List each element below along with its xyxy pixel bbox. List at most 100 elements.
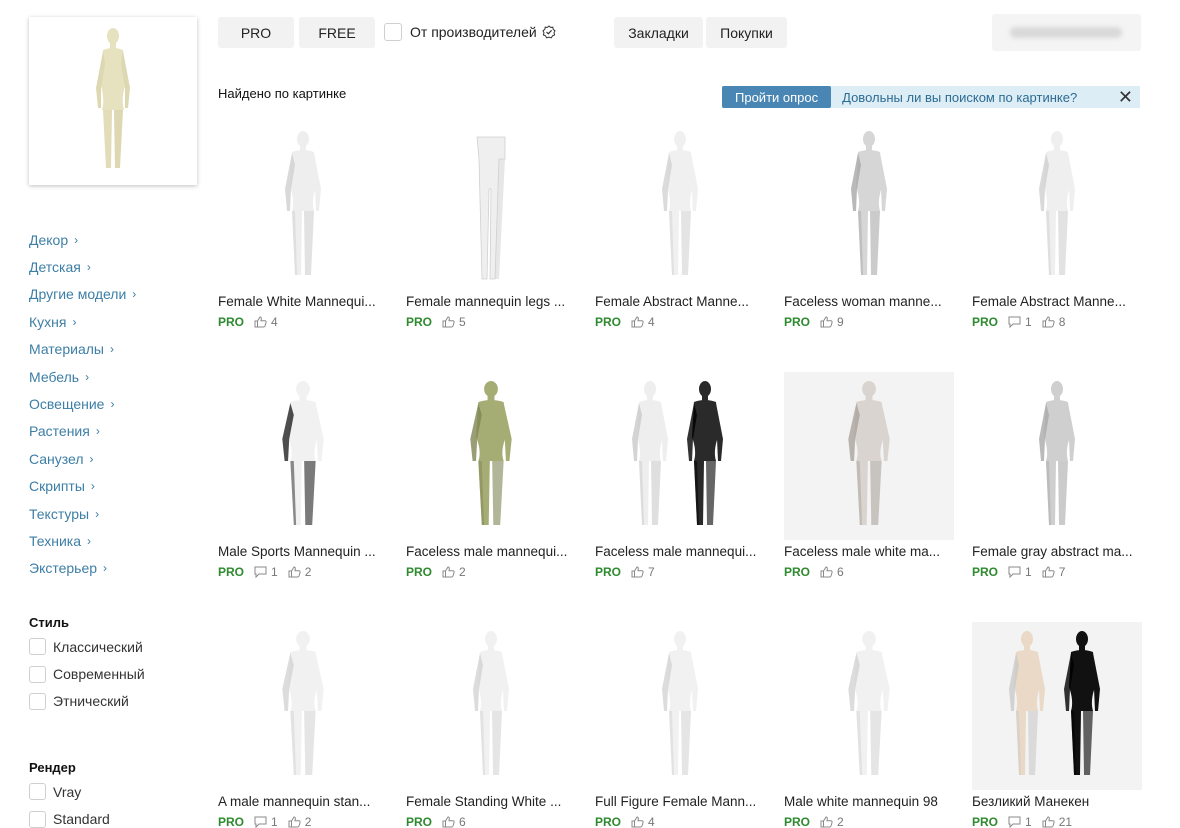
model-card[interactable]: Full Figure Female Mann... PRO 4 bbox=[595, 622, 765, 828]
pro-badge: PRO bbox=[218, 815, 245, 828]
take-survey-button[interactable]: Пройти опрос bbox=[722, 86, 832, 108]
model-thumbnail[interactable] bbox=[218, 122, 388, 290]
category-item[interactable]: Санузел › bbox=[29, 445, 136, 472]
model-card[interactable]: Female Standing White ... PRO 6 bbox=[406, 622, 576, 828]
model-title[interactable]: Faceless male mannequi... bbox=[406, 543, 576, 560]
close-icon[interactable]: ✕ bbox=[1118, 88, 1133, 106]
model-title[interactable]: Female gray abstract ma... bbox=[972, 543, 1142, 560]
model-thumbnail[interactable] bbox=[218, 622, 388, 790]
model-card[interactable]: Female Abstract Manne... PRO 1 8 bbox=[972, 122, 1142, 329]
model-card[interactable]: Female Abstract Manne... PRO 4 bbox=[595, 122, 765, 329]
category-item[interactable]: Скрипты › bbox=[29, 473, 136, 500]
model-card[interactable]: Female mannequin legs ... PRO 5 bbox=[406, 122, 576, 329]
model-title[interactable]: Female mannequin legs ... bbox=[406, 293, 576, 310]
like-count-value: 21 bbox=[1058, 815, 1073, 828]
model-title[interactable]: Female Abstract Manne... bbox=[595, 293, 765, 310]
account-menu[interactable] bbox=[992, 14, 1141, 51]
model-meta: PRO 1 2 bbox=[218, 815, 388, 828]
category-item[interactable]: Кухня › bbox=[29, 308, 136, 335]
model-title[interactable]: Female White Mannequi... bbox=[218, 293, 388, 310]
filter-option[interactable]: Standard bbox=[29, 805, 110, 828]
like-count-value: 2 bbox=[304, 565, 312, 579]
filter-option[interactable]: Современный bbox=[29, 660, 145, 687]
model-thumbnail[interactable] bbox=[595, 622, 765, 790]
model-title[interactable]: Male Sports Mannequin ... bbox=[218, 543, 388, 560]
model-card[interactable]: Faceless woman manne... PRO 9 bbox=[784, 122, 954, 329]
search-image-preview[interactable] bbox=[29, 17, 197, 185]
model-card[interactable]: Female gray abstract ma... PRO 1 7 bbox=[972, 372, 1142, 579]
mannequin-image bbox=[848, 380, 890, 525]
category-item[interactable]: Декор › bbox=[29, 226, 136, 253]
pro-filter-button[interactable]: PRO bbox=[218, 17, 294, 48]
manufacturers-checkbox[interactable] bbox=[384, 23, 402, 41]
thumbs-up-icon bbox=[631, 816, 644, 828]
mannequin-image bbox=[1039, 380, 1075, 525]
model-thumbnail[interactable] bbox=[972, 372, 1142, 540]
category-list: Декор › Детская › Другие модели › Кухня › Матери… bbox=[29, 226, 136, 582]
model-title[interactable]: Female Standing White ... bbox=[406, 793, 576, 810]
filter-checkbox[interactable] bbox=[29, 692, 46, 710]
filter-option[interactable]: Этнический bbox=[29, 688, 145, 715]
like-count-value: 2 bbox=[837, 815, 844, 828]
model-card[interactable]: Faceless male mannequi... PRO 2 bbox=[406, 372, 576, 579]
model-thumbnail[interactable] bbox=[406, 622, 576, 790]
filter-option[interactable]: Классический bbox=[29, 633, 145, 660]
model-thumbnail[interactable] bbox=[784, 372, 954, 540]
free-filter-button[interactable]: FREE bbox=[299, 17, 375, 48]
category-label: Скрипты bbox=[29, 478, 85, 495]
model-title[interactable]: Full Figure Female Mann... bbox=[595, 793, 765, 810]
model-title[interactable]: Faceless woman manne... bbox=[784, 293, 954, 310]
model-thumbnail[interactable] bbox=[595, 122, 765, 290]
filter-checkbox[interactable] bbox=[29, 665, 46, 683]
model-title[interactable]: A male mannequin stan... bbox=[218, 793, 388, 810]
chevron-right-icon: › bbox=[90, 479, 95, 494]
model-title[interactable]: Faceless male white ma... bbox=[784, 543, 954, 560]
model-title[interactable]: Female Abstract Manne... bbox=[972, 293, 1142, 310]
category-item[interactable]: Материалы › bbox=[29, 336, 136, 363]
model-thumbnail[interactable] bbox=[784, 622, 954, 790]
model-card[interactable]: Безликий Манекен PRO 1 21 bbox=[972, 622, 1142, 828]
model-thumbnail[interactable] bbox=[406, 372, 576, 540]
category-item[interactable]: Экстерьер › bbox=[29, 555, 136, 582]
category-item[interactable]: Другие модели › bbox=[29, 281, 136, 308]
model-card[interactable]: A male mannequin stan... PRO 1 2 bbox=[218, 622, 388, 828]
category-item[interactable]: Детская › bbox=[29, 253, 136, 280]
filter-option-label: Этнический bbox=[53, 693, 129, 710]
model-thumbnail[interactable] bbox=[595, 372, 765, 540]
model-thumbnail[interactable] bbox=[972, 622, 1142, 790]
model-card[interactable]: Female White Mannequi... PRO 4 bbox=[218, 122, 388, 329]
mannequin-image bbox=[662, 130, 698, 275]
thumbs-up-icon bbox=[442, 566, 455, 578]
model-thumbnail[interactable] bbox=[406, 122, 576, 290]
filter-checkbox[interactable] bbox=[29, 638, 46, 656]
filter-checkbox[interactable] bbox=[29, 810, 46, 828]
comment-count: 1 bbox=[254, 815, 278, 828]
model-thumbnail[interactable] bbox=[218, 372, 388, 540]
model-card[interactable]: Male Sports Mannequin ... PRO 1 2 bbox=[218, 372, 388, 579]
category-item[interactable]: Техника › bbox=[29, 527, 136, 554]
filter-option[interactable]: Vray bbox=[29, 778, 110, 805]
model-card[interactable]: Male white mannequin 98 PRO 2 bbox=[784, 622, 954, 828]
category-item[interactable]: Растения › bbox=[29, 418, 136, 445]
category-item[interactable]: Текстуры › bbox=[29, 500, 136, 527]
thumbs-up-icon bbox=[820, 566, 833, 578]
model-title[interactable]: Male white mannequin 98 bbox=[784, 793, 954, 810]
category-item[interactable]: Освещение › bbox=[29, 390, 136, 417]
category-item[interactable]: Мебель › bbox=[29, 363, 136, 390]
purchases-button[interactable]: Покупки bbox=[706, 17, 787, 48]
results-heading: Найдено по картинке bbox=[218, 86, 347, 101]
filter-checkbox[interactable] bbox=[29, 783, 46, 801]
model-card[interactable]: Faceless male white ma... PRO 6 bbox=[784, 372, 954, 579]
chevron-right-icon: › bbox=[74, 232, 79, 247]
model-card[interactable]: Faceless male mannequi... PRO 7 bbox=[595, 372, 765, 579]
model-thumbnail[interactable] bbox=[784, 122, 954, 290]
bookmarks-button[interactable]: Закладки bbox=[614, 17, 703, 48]
model-thumbnail[interactable] bbox=[972, 122, 1142, 290]
like-count: 8 bbox=[1042, 315, 1065, 329]
like-count-value: 2 bbox=[304, 815, 312, 828]
model-title[interactable]: Безликий Манекен bbox=[972, 793, 1142, 810]
manufacturers-filter[interactable]: От производителей bbox=[384, 23, 556, 41]
model-title[interactable]: Faceless male mannequi... bbox=[595, 543, 765, 560]
like-count: 6 bbox=[820, 565, 844, 579]
category-label: Экстерьер bbox=[29, 560, 98, 577]
